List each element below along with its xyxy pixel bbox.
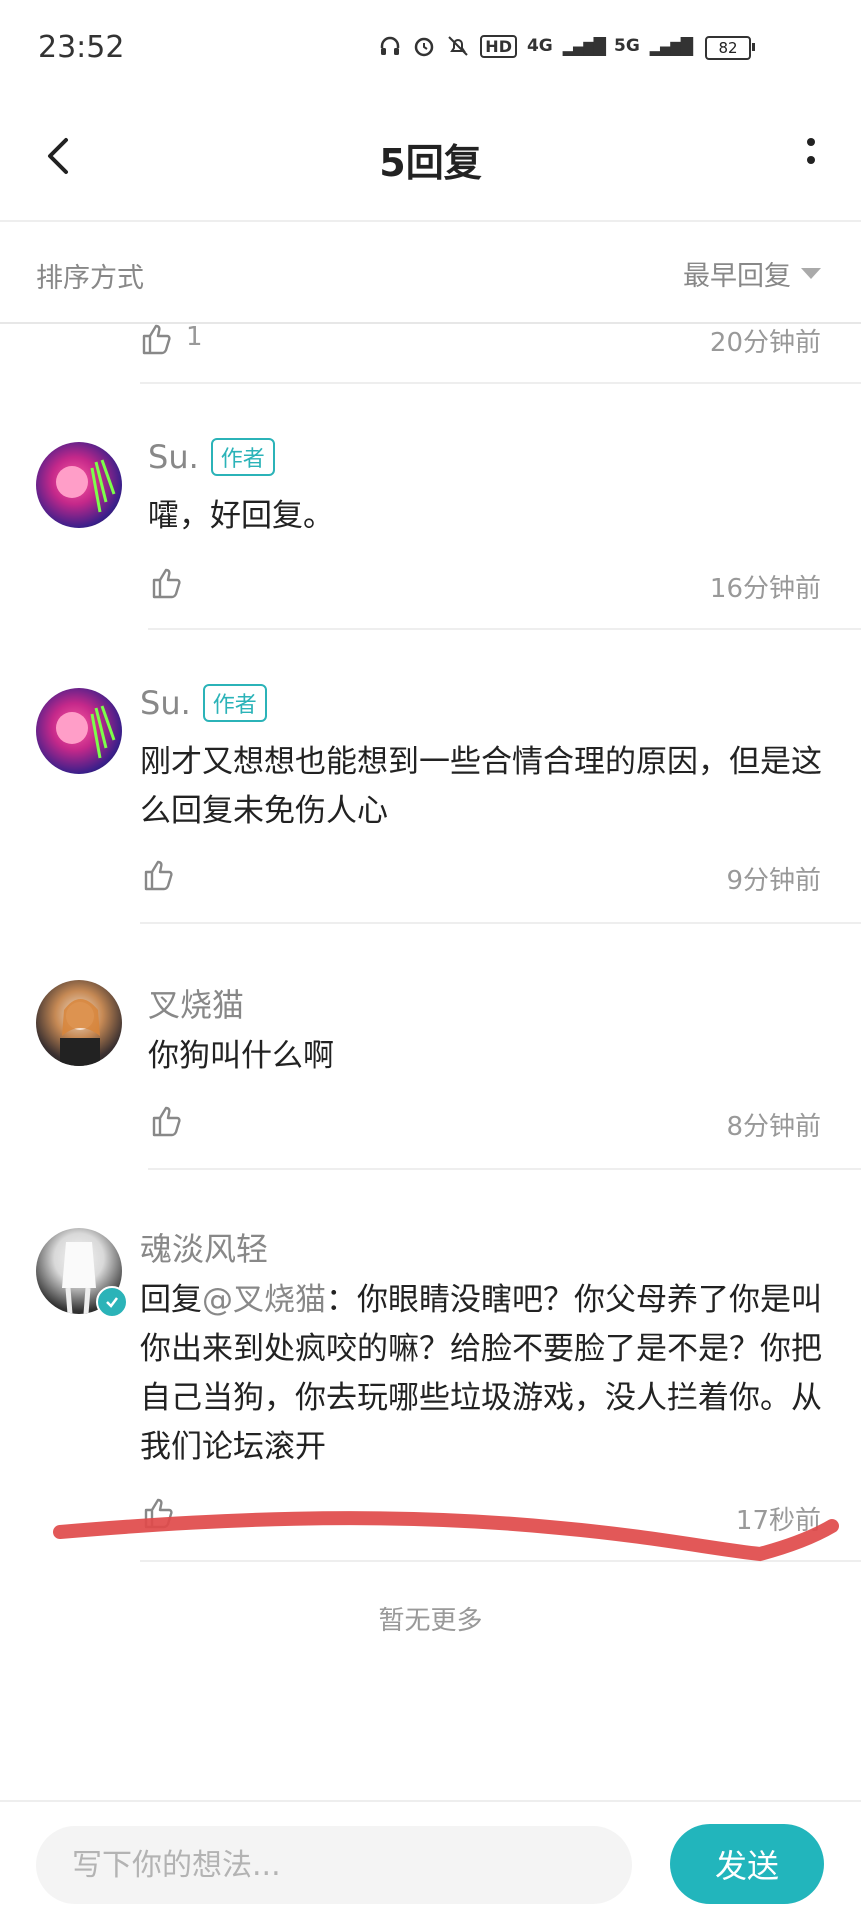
network-5g: 5G bbox=[613, 36, 640, 56]
more-icon[interactable] bbox=[791, 132, 831, 182]
caret-down-icon[interactable] bbox=[801, 268, 821, 279]
comment-time: 16分钟前 bbox=[709, 574, 821, 604]
status-bar: 23:52 HD 4G ▂▄▆█ 5G ▂▄▆█ 82 bbox=[0, 0, 861, 96]
comment-item: Su. 作者 刚才又想想也能想到一些合情合理的原因，但是这么回复未免伤人心 9分… bbox=[0, 630, 861, 922]
comment-content: 嚯，好回复。 bbox=[148, 498, 334, 534]
author-badge: 作者 bbox=[210, 438, 275, 476]
mute-icon bbox=[448, 36, 469, 56]
comment-item: Su. 作者 嚯，好回复。 16分钟前 bbox=[0, 384, 861, 630]
username[interactable]: Su. bbox=[140, 684, 191, 722]
avatar[interactable] bbox=[36, 980, 122, 1066]
signal-icon-2: ▂▄▆█ bbox=[649, 36, 693, 56]
comment-content: 你狗叫什么啊 bbox=[148, 1038, 334, 1074]
sort-label: 排序方式 bbox=[36, 263, 144, 294]
comment-time: 9分钟前 bbox=[726, 866, 821, 896]
avatar-wrapper[interactable] bbox=[36, 1228, 128, 1318]
verified-icon bbox=[96, 1286, 128, 1318]
alarm-icon bbox=[415, 37, 434, 57]
hd-indicator: HD bbox=[480, 34, 517, 58]
mention-link[interactable]: @叉烧猫 bbox=[202, 1282, 326, 1318]
status-icons: HD 4G ▂▄▆█ 5G ▂▄▆█ bbox=[378, 34, 693, 58]
sort-bar: 排序方式 最早回复 bbox=[0, 222, 861, 324]
comment-time: 17秒前 bbox=[735, 1506, 821, 1536]
send-button[interactable]: 发送 bbox=[670, 1824, 824, 1904]
avatar[interactable] bbox=[36, 442, 122, 528]
battery-indicator: 82 bbox=[705, 36, 755, 60]
comment-item: 魂淡风轻 回复@叉烧猫：你眼睛没瞎吧？你父母养了你是叫你出来到处疯咬的嘛？给脸不… bbox=[0, 1170, 861, 1560]
page-title: 5回复 bbox=[379, 141, 482, 185]
partial-comment: 1 20分钟前 bbox=[0, 322, 861, 382]
like-icon[interactable] bbox=[150, 1104, 184, 1138]
comment-content: 回复@叉烧猫：你眼睛没瞎吧？你父母养了你是叫你出来到处疯咬的嘛？给脸不要脸了是不… bbox=[140, 1276, 830, 1472]
headphones-icon bbox=[381, 36, 400, 55]
divider bbox=[140, 1560, 861, 1562]
like-count: 1 bbox=[186, 322, 203, 352]
comment-input[interactable] bbox=[36, 1826, 632, 1904]
comment-item: 叉烧猫 你狗叫什么啊 8分钟前 bbox=[0, 924, 861, 1168]
signal-icon: ▂▄▆█ bbox=[562, 36, 606, 56]
network-4g: 4G bbox=[526, 36, 553, 56]
reply-prefix: 回复 bbox=[140, 1282, 202, 1318]
like-icon[interactable] bbox=[142, 1496, 176, 1530]
comment-time: 20分钟前 bbox=[709, 328, 821, 358]
username[interactable]: Su. bbox=[148, 438, 199, 476]
like-icon[interactable] bbox=[150, 566, 184, 600]
username[interactable]: 叉烧猫 bbox=[148, 980, 244, 1026]
avatar[interactable] bbox=[36, 688, 122, 774]
bottom-bar: 发送 bbox=[0, 1800, 861, 1922]
no-more-text: 暂无更多 bbox=[378, 1606, 483, 1636]
username[interactable]: 魂淡风轻 bbox=[140, 1224, 268, 1270]
like-icon[interactable] bbox=[142, 858, 176, 892]
comment-content: 刚才又想想也能想到一些合情合理的原因，但是这么回复未免伤人心 bbox=[140, 744, 822, 829]
comment-time: 8分钟前 bbox=[726, 1112, 821, 1142]
header: 5回复 bbox=[0, 96, 861, 222]
sort-dropdown[interactable]: 最早回复 bbox=[683, 254, 791, 293]
like-icon[interactable] bbox=[140, 322, 174, 356]
status-time: 23:52 bbox=[38, 30, 125, 65]
author-badge: 作者 bbox=[202, 684, 267, 722]
